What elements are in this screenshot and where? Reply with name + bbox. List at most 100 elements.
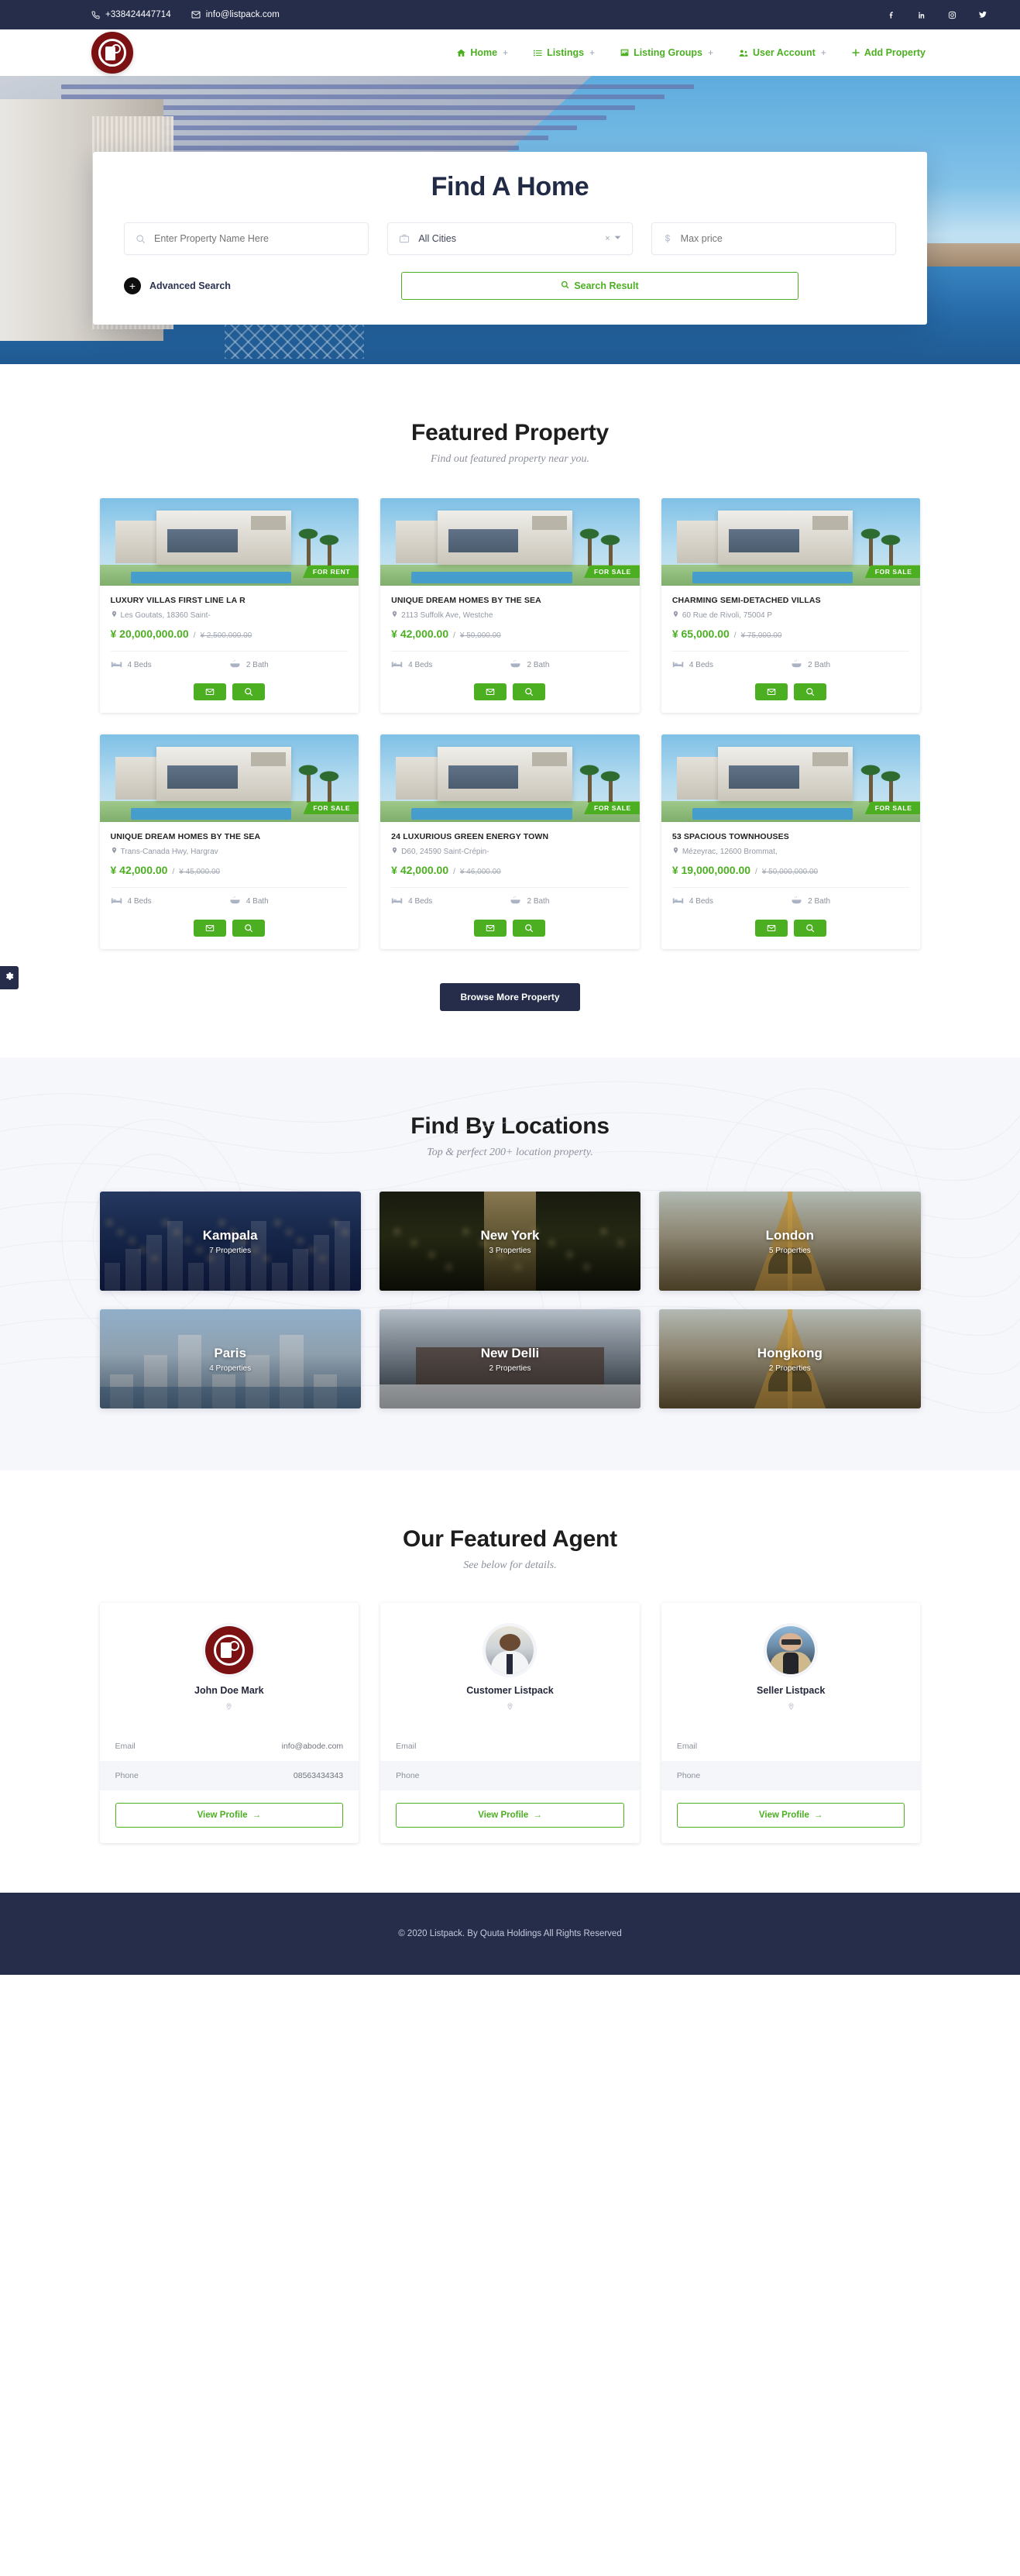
bath-icon bbox=[791, 896, 802, 907]
property-address: Trans-Canada Hwy, Hargrav bbox=[111, 846, 349, 857]
location-card[interactable]: New York 3 Properties bbox=[379, 1192, 641, 1291]
property-price-current: ¥ 19,000,000.00 bbox=[671, 864, 751, 876]
nav-item-add-property[interactable]: Add Property bbox=[851, 47, 926, 58]
location-name: New York bbox=[480, 1228, 540, 1243]
property-price-current: ¥ 42,000.00 bbox=[110, 864, 168, 876]
location-card[interactable]: New Delli 2 Properties bbox=[379, 1309, 641, 1408]
property-name-field[interactable] bbox=[124, 222, 369, 255]
view-details-button[interactable] bbox=[232, 920, 265, 937]
phone-icon bbox=[91, 10, 100, 19]
property-price: ¥ 42,000.00/¥ 50,000.00 bbox=[391, 628, 501, 640]
facebook-icon[interactable] bbox=[887, 10, 897, 20]
property-meta: 4 Beds 2 Bath bbox=[671, 887, 910, 907]
contact-agent-button[interactable] bbox=[474, 683, 507, 700]
main-nav: Home + Listings + Listing Groups + User … bbox=[0, 29, 1020, 76]
agent-name: Customer Listpack bbox=[466, 1685, 554, 1696]
property-card[interactable]: FOR SALE UNIQUE DREAM HOMES BY THE SEA 211… bbox=[380, 498, 640, 713]
property-image[interactable]: FOR SALE bbox=[661, 734, 921, 822]
chevron-down-icon[interactable] bbox=[614, 234, 621, 243]
view-details-button[interactable] bbox=[794, 683, 827, 700]
location-property-count: 7 Properties bbox=[209, 1247, 252, 1256]
view-profile-button[interactable]: View Profile → bbox=[396, 1803, 624, 1828]
agent-footer: View Profile → bbox=[380, 1790, 640, 1843]
nav-item-home[interactable]: Home + bbox=[456, 47, 508, 58]
top-bar: +338424447714 info@listpack.com bbox=[0, 0, 1020, 29]
location-property-count: 4 Properties bbox=[209, 1364, 252, 1374]
view-details-button[interactable] bbox=[513, 920, 546, 937]
location-name: New Delli bbox=[480, 1346, 540, 1361]
site-logo[interactable] bbox=[91, 32, 133, 74]
property-image[interactable]: FOR SALE bbox=[380, 498, 640, 586]
browse-more-button[interactable]: Browse More Property bbox=[440, 983, 580, 1011]
social-links bbox=[887, 10, 987, 20]
view-profile-button[interactable]: View Profile → bbox=[676, 1803, 905, 1828]
map-pin-icon bbox=[391, 610, 398, 621]
users-icon bbox=[738, 48, 749, 58]
agent-card-grid: John Doe Mark Email info@abode.com Phone 085… bbox=[99, 1603, 921, 1843]
chevron-down-icon: + bbox=[707, 47, 713, 58]
property-baths-text: 2 Bath bbox=[246, 661, 269, 669]
contact-agent-button[interactable] bbox=[474, 920, 507, 937]
location-property-count: 3 Properties bbox=[489, 1247, 531, 1256]
linkedin-icon[interactable] bbox=[917, 10, 927, 20]
max-price-field[interactable] bbox=[651, 222, 896, 255]
nav-item-user-account[interactable]: User Account + bbox=[738, 47, 826, 58]
location-card[interactable]: Kampala 7 Properties bbox=[99, 1192, 361, 1291]
property-address-text: Les Goutats, 18360 Saint- bbox=[120, 610, 211, 620]
property-image[interactable]: FOR RENT bbox=[99, 498, 359, 586]
contact-agent-button[interactable] bbox=[193, 683, 226, 700]
agent-phone-row: Phone bbox=[380, 1761, 640, 1790]
property-address-text: Mézeyrac, 12600 Brommat, bbox=[682, 847, 778, 856]
agent-email-label: Email bbox=[115, 1742, 136, 1751]
advanced-search-toggle[interactable]: + Advanced Search bbox=[124, 277, 360, 294]
property-meta: 4 Beds 2 Bath bbox=[671, 651, 910, 671]
property-baths: 2 Bath bbox=[229, 659, 348, 671]
contact-agent-button[interactable] bbox=[755, 683, 788, 700]
location-card[interactable]: Paris 4 Properties bbox=[99, 1309, 361, 1408]
agent-card: John Doe Mark Email info@abode.com Phone 085… bbox=[99, 1603, 359, 1843]
phone-contact[interactable]: +338424447714 bbox=[91, 10, 171, 19]
nav-item-listing-groups[interactable]: Listing Groups + bbox=[620, 47, 713, 58]
view-profile-button[interactable]: View Profile → bbox=[115, 1803, 344, 1828]
property-price-current: ¥ 42,000.00 bbox=[391, 628, 449, 640]
view-details-button[interactable] bbox=[794, 920, 827, 937]
property-image[interactable]: FOR SALE bbox=[99, 734, 359, 822]
email-contact[interactable]: info@listpack.com bbox=[191, 10, 280, 19]
page-title: Find A Home bbox=[431, 172, 589, 201]
property-card[interactable]: FOR RENT LUXURY VILLAS FIRST LINE LA R Les… bbox=[99, 498, 359, 713]
property-card[interactable]: FOR SALE UNIQUE DREAM HOMES BY THE SEA Tra… bbox=[99, 734, 359, 949]
agent-phone-row: Phone 08563434343 bbox=[99, 1761, 359, 1790]
contact-agent-button[interactable] bbox=[755, 920, 788, 937]
chevron-down-icon: + bbox=[820, 47, 826, 58]
location-card[interactable]: Hongkong 2 Properties bbox=[659, 1309, 921, 1408]
search-input bbox=[154, 233, 358, 244]
chevron-down-icon: + bbox=[503, 47, 509, 58]
agent-header: Seller Listpack bbox=[661, 1603, 921, 1732]
nav-item-listings[interactable]: Listings + bbox=[533, 47, 595, 58]
find-by-locations-section: Find By Locations Top & perfect 200+ loc… bbox=[0, 1058, 1020, 1470]
view-details-button[interactable] bbox=[513, 683, 546, 700]
property-card[interactable]: FOR SALE 24 LUXURIOUS GREEN ENERGY TOWN D6… bbox=[380, 734, 640, 949]
property-image[interactable]: FOR SALE bbox=[380, 734, 640, 822]
city-select-controls[interactable]: × bbox=[605, 234, 620, 243]
property-card[interactable]: FOR SALE CHARMING SEMI-DETACHED VILLAS 60 … bbox=[661, 498, 921, 713]
instagram-icon[interactable] bbox=[947, 10, 957, 20]
location-card[interactable]: London 5 Properties bbox=[659, 1192, 921, 1291]
home-icon bbox=[456, 48, 466, 58]
twitter-icon[interactable] bbox=[977, 10, 987, 20]
contact-agent-button[interactable] bbox=[193, 920, 226, 937]
view-details-button[interactable] bbox=[232, 683, 265, 700]
status-badge: FOR SALE bbox=[864, 566, 921, 578]
map-pin-icon bbox=[672, 846, 679, 857]
arrow-right-icon: → bbox=[533, 1811, 542, 1820]
city-select[interactable]: All Cities × bbox=[387, 222, 633, 255]
clear-icon[interactable]: × bbox=[605, 234, 610, 243]
location-name: Kampala bbox=[202, 1228, 258, 1243]
property-card[interactable]: FOR SALE 53 SPACIOUS TOWNHOUSES Mézeyrac, … bbox=[661, 734, 921, 949]
copyright-text: © 2020 Listpack. By Quuta Holdings All R… bbox=[398, 1929, 622, 1938]
property-image[interactable]: FOR SALE bbox=[661, 498, 921, 586]
search-result-button[interactable]: Search Result bbox=[401, 272, 798, 300]
page-root: +338424447714 info@listpack.com Home + L… bbox=[0, 0, 1020, 1975]
settings-tab-button[interactable] bbox=[0, 966, 19, 989]
property-baths: 2 Bath bbox=[791, 896, 909, 907]
